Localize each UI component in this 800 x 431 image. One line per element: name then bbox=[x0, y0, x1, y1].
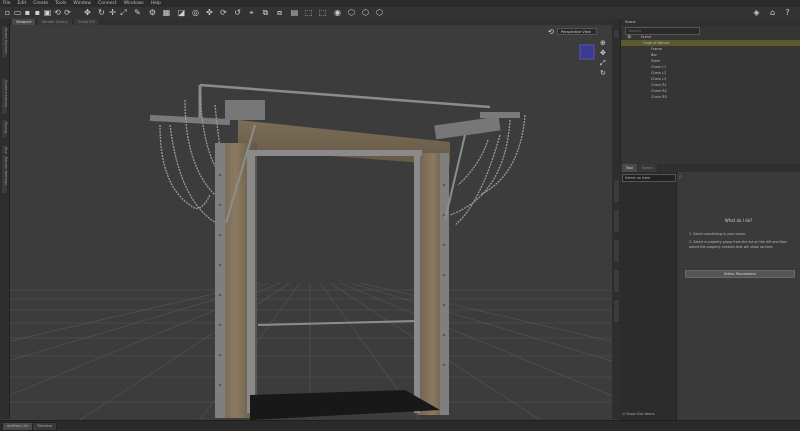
svg-text:↻: ↻ bbox=[600, 69, 606, 77]
3d-viewport[interactable]: ⟲ ⊕ ✥ ⤢ ↻ bbox=[10, 25, 612, 420]
help-step-1: 1. Select something in your scene. bbox=[689, 232, 747, 236]
transform-icon[interactable]: ⟳ bbox=[219, 8, 228, 17]
tree-label: Chain L3 bbox=[651, 77, 667, 81]
region-navigator-icon[interactable]: ◎ bbox=[191, 8, 200, 17]
tab-scene[interactable]: Scene bbox=[638, 164, 658, 172]
property-group-list: Select an Item ☑ Show Sub Items bbox=[620, 172, 677, 420]
menu-edit[interactable]: Edit bbox=[18, 1, 27, 6]
menu-window[interactable]: Window bbox=[73, 1, 91, 6]
checkbox-icon: ☑ bbox=[622, 412, 626, 416]
scene-panel: Scene Search 👁 Scene Cage of Nature Fram… bbox=[620, 19, 800, 164]
tab-parameters-side[interactable] bbox=[613, 179, 620, 203]
node-weight-icon[interactable]: ✎ bbox=[133, 8, 142, 17]
search-icon[interactable]: ⌕ bbox=[679, 174, 689, 180]
scene-render: ⟲ ⊕ ✥ ⤢ ↻ bbox=[10, 28, 612, 420]
pin-icon[interactable]: ◈ bbox=[752, 8, 761, 17]
parameters-content: ⌕ What do I do? 1. Select something in y… bbox=[677, 172, 800, 420]
joint-editor-icon[interactable]: ⚙ bbox=[148, 8, 157, 17]
svg-text:✥: ✥ bbox=[600, 49, 606, 57]
smart-content-icon[interactable]: ⬡ bbox=[375, 8, 384, 17]
camera-icon[interactable]: ▤ bbox=[290, 8, 299, 17]
smart-content-icon[interactable]: ⬚ bbox=[304, 8, 313, 17]
tree-label: Bar bbox=[651, 53, 657, 57]
scene-icon[interactable]: ⌖ bbox=[247, 8, 256, 17]
tab-posing[interactable]: Posing bbox=[1, 119, 8, 139]
tab-lights-side[interactable] bbox=[613, 239, 620, 263]
tree-item-chain-r3[interactable]: Chain R3 bbox=[621, 94, 800, 100]
smart-content-icon[interactable]: ◉ bbox=[333, 8, 342, 17]
geometry-editor-icon[interactable]: ▦ bbox=[162, 8, 171, 17]
tree-label: Steel bbox=[651, 59, 660, 63]
parameters-tabs: Tool Scene bbox=[620, 164, 800, 172]
menu-windows[interactable]: Windows bbox=[124, 1, 144, 6]
render-settings-icon[interactable]: ⧈ bbox=[275, 8, 284, 17]
show-sub-items-checkbox[interactable]: ☑ Show Sub Items bbox=[622, 412, 654, 416]
nav-cube bbox=[579, 44, 595, 60]
svg-text:⤢: ⤢ bbox=[600, 59, 606, 67]
surface-selection-icon[interactable]: ◪ bbox=[177, 8, 186, 17]
pose-tool-icon[interactable]: ✜ bbox=[205, 8, 214, 17]
menu-tools[interactable]: Tools bbox=[55, 1, 66, 6]
rotate-tool-icon[interactable]: ↻ bbox=[97, 8, 106, 17]
render-icon[interactable]: ⧉ bbox=[261, 8, 270, 17]
tree-label: Cage of Nature bbox=[643, 41, 670, 45]
camera-dropdown[interactable]: Perspective View bbox=[557, 28, 597, 35]
status-bar: aniMate Lite Timeline bbox=[0, 420, 800, 431]
tree-label: Chain R3 bbox=[651, 95, 667, 99]
tab-label: Smart Content bbox=[4, 28, 8, 54]
undo-icon[interactable]: ⟲ bbox=[53, 8, 62, 17]
scene-title: Scene bbox=[625, 20, 636, 24]
tree-label: Chain L2 bbox=[651, 71, 667, 75]
eye-icon[interactable]: 👁 bbox=[621, 35, 631, 39]
save-icon[interactable]: ▪ bbox=[23, 8, 32, 17]
tree-label: Chain L1 bbox=[651, 65, 667, 69]
svg-text:⊕: ⊕ bbox=[600, 39, 606, 47]
menu-file[interactable]: File bbox=[3, 1, 11, 6]
tab-label: Posing bbox=[4, 122, 8, 134]
select-item-dropdown[interactable]: Select an Item bbox=[622, 174, 676, 182]
tree-label: Frame bbox=[651, 47, 662, 51]
universal-tool-icon[interactable]: ✥ bbox=[83, 8, 92, 17]
smart-content-icon[interactable]: ⬡ bbox=[347, 8, 356, 17]
tab-label: Render Settings bbox=[4, 157, 8, 185]
tab-animate-side[interactable] bbox=[613, 299, 620, 323]
new-icon[interactable]: ▫ bbox=[3, 8, 12, 17]
video-parameters-button[interactable]: Video: Parameters bbox=[685, 270, 795, 278]
menu-create[interactable]: Create bbox=[33, 1, 48, 6]
redo-icon[interactable]: ⟳ bbox=[63, 8, 72, 17]
tab-surfaces-side[interactable] bbox=[613, 209, 620, 233]
tab-scene-side[interactable] bbox=[613, 29, 620, 39]
smart-content-icon[interactable]: ⬚ bbox=[318, 8, 327, 17]
tab-cameras-side[interactable] bbox=[613, 269, 620, 293]
checkbox-label: Show Sub Items bbox=[626, 412, 655, 416]
active-pose-icon[interactable]: ↺ bbox=[233, 8, 242, 17]
home-icon[interactable]: ⌂ bbox=[768, 8, 777, 17]
tree-label: Chain R2 bbox=[651, 89, 667, 93]
tree-label: Scene bbox=[640, 35, 652, 39]
tab-smart-content[interactable]: Smart Content bbox=[1, 25, 8, 59]
tab-render-settings[interactable]: Render Settings bbox=[1, 154, 8, 194]
right-tab-strip bbox=[612, 19, 620, 419]
tree-label: Chain R1 bbox=[651, 83, 667, 87]
menu-bar: File Edit Create Tools Window Connect Wi… bbox=[0, 0, 800, 7]
save-as-icon[interactable]: ▪ bbox=[33, 8, 42, 17]
scale-tool-icon[interactable]: ⤢ bbox=[119, 8, 128, 17]
help-step-2: 2. Select a property group from the list… bbox=[689, 240, 788, 249]
translate-tool-icon[interactable]: ✛ bbox=[108, 8, 117, 17]
svg-text:⟲: ⟲ bbox=[548, 28, 554, 36]
help-icon[interactable]: ? bbox=[783, 8, 792, 17]
tab-tool[interactable]: Tool bbox=[622, 164, 638, 172]
menu-help[interactable]: Help bbox=[151, 1, 161, 6]
menu-connect[interactable]: Connect bbox=[98, 1, 117, 6]
left-tab-strip: Smart Content Content Library Posing Sha… bbox=[0, 19, 10, 419]
tab-label: Content Library bbox=[4, 80, 8, 108]
open-icon[interactable]: ▭ bbox=[13, 8, 22, 17]
help-title: What do I do? bbox=[724, 218, 753, 223]
smart-content-icon[interactable]: ⬡ bbox=[361, 8, 370, 17]
scene-header: Scene bbox=[621, 19, 800, 26]
tab-content-library[interactable]: Content Library bbox=[1, 77, 8, 115]
merge-icon[interactable]: ▣ bbox=[43, 8, 52, 17]
